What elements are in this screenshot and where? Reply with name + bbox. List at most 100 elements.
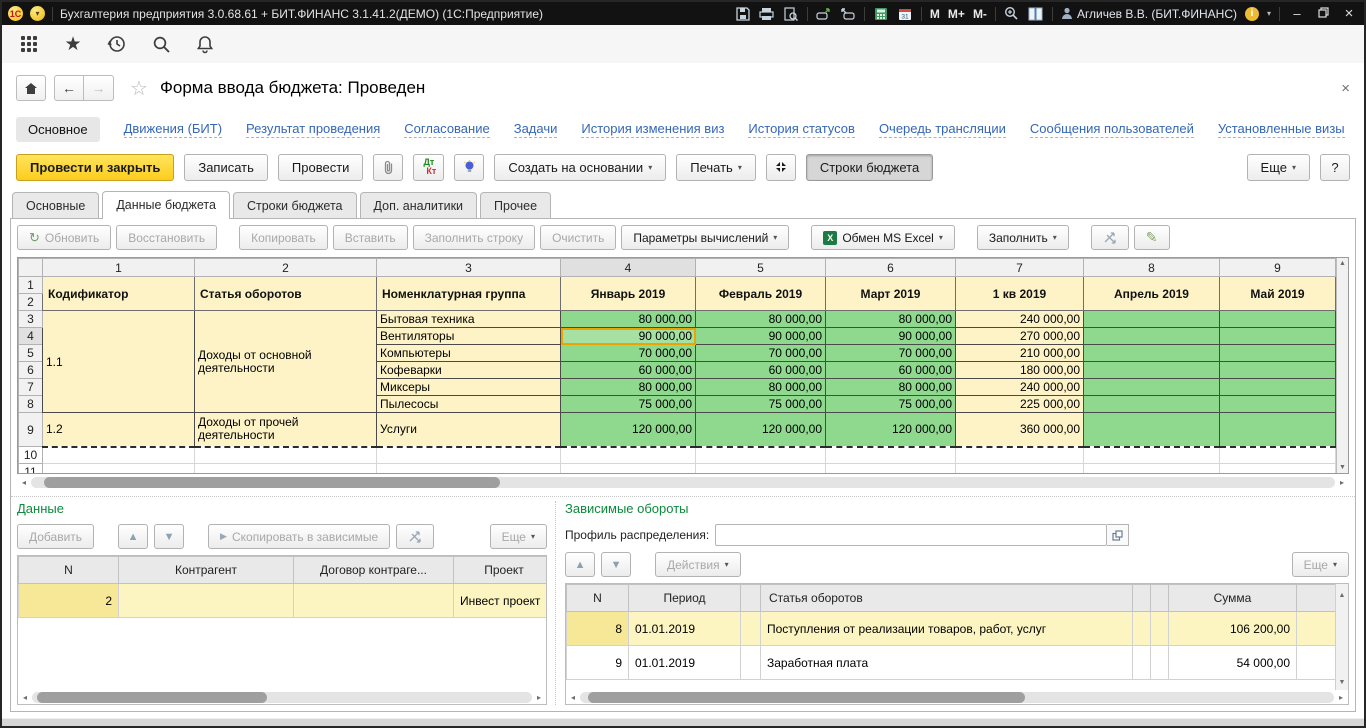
column-header-article[interactable]: Статья оборотов — [761, 585, 1133, 612]
cell-article[interactable]: Поступления от реализации товаров, работ… — [761, 612, 1133, 646]
nav-link-approval[interactable]: Согласование — [404, 121, 489, 138]
copy-to-dependent-button[interactable]: ▶Скопировать в зависимые — [208, 524, 390, 549]
cell-mar[interactable]: 75 000,00 — [826, 396, 956, 413]
collapse-button[interactable] — [766, 154, 796, 181]
cell-spacer[interactable] — [741, 646, 761, 680]
cell-may[interactable] — [1220, 311, 1336, 328]
cell-article-main-income[interactable]: Доходы от основной деятельности — [195, 311, 377, 413]
cell-nomenclature[interactable]: Услуги — [377, 413, 561, 447]
cell-nomenclature[interactable]: Кофеварки — [377, 362, 561, 379]
info-button[interactable]: i — [1245, 7, 1259, 21]
cell-may[interactable] — [1220, 345, 1336, 362]
memory-minus-button[interactable]: M- — [973, 7, 987, 21]
cell-feb[interactable]: 80 000,00 — [696, 379, 826, 396]
calc-params-button[interactable]: Параметры вычислений▾ — [621, 225, 789, 250]
cell-q1[interactable]: 210 000,00 — [956, 345, 1084, 362]
header-feb-2019[interactable]: Февраль 2019 — [696, 277, 826, 311]
grid-horizontal-scrollbar[interactable]: ◂ ▸ — [17, 476, 1349, 489]
add-button[interactable]: Добавить — [17, 524, 94, 549]
excel-exchange-button[interactable]: XОбмен MS Excel▾ — [811, 225, 955, 250]
notifications-icon[interactable] — [194, 33, 216, 55]
cell-nomenclature[interactable]: Миксеры — [377, 379, 561, 396]
move-up-button[interactable]: ▲ — [118, 524, 148, 549]
tab-budget-data[interactable]: Данные бюджета — [102, 191, 230, 219]
header-article[interactable]: Статья оборотов — [195, 277, 377, 311]
cell-project[interactable]: Инвест проект — [454, 584, 548, 618]
print-menu-button[interactable]: Печать▾ — [676, 154, 756, 181]
tab-main[interactable]: Основные — [12, 192, 99, 218]
minimize-button[interactable]: – — [1288, 6, 1306, 21]
column-header-project[interactable]: Проект — [454, 557, 548, 584]
dependent-horizontal-scrollbar[interactable]: ◂ ▸ — [566, 691, 1348, 704]
move-rows-button[interactable] — [396, 524, 434, 549]
forward-button[interactable]: → — [84, 75, 114, 101]
col-number[interactable]: 1 — [43, 259, 195, 277]
save-button[interactable]: Записать — [184, 154, 268, 181]
favorites-icon[interactable]: ★ — [62, 33, 84, 55]
row-number[interactable]: 1 — [19, 277, 43, 294]
column-header-counterparty[interactable]: Контрагент — [119, 557, 294, 584]
cell-q1[interactable]: 240 000,00 — [956, 311, 1084, 328]
main-menu-icon[interactable] — [18, 33, 40, 55]
cell-spacer[interactable] — [1151, 646, 1169, 680]
nav-link-tasks[interactable]: Задачи — [514, 121, 558, 138]
paste-button[interactable]: Вставить — [333, 225, 408, 250]
column-header-amount[interactable]: Сумма — [1169, 585, 1297, 612]
row-number[interactable]: 11 — [19, 464, 43, 475]
cell-mar[interactable]: 120 000,00 — [826, 413, 956, 447]
cell-period[interactable]: 01.01.2019 — [629, 646, 741, 680]
cell-n[interactable]: 2 — [19, 584, 119, 618]
cell-code-1-2[interactable]: 1.2 — [43, 413, 195, 447]
clear-button[interactable]: Очистить — [540, 225, 616, 250]
column-header-n[interactable]: N — [19, 557, 119, 584]
search-icon[interactable] — [150, 33, 172, 55]
col-number[interactable]: 8 — [1084, 259, 1220, 277]
cell-n[interactable]: 8 — [567, 612, 629, 646]
edit-button[interactable]: ✎ — [1134, 225, 1170, 250]
create-from-button[interactable]: Создать на основании▾ — [494, 154, 666, 181]
col-number[interactable]: 3 — [377, 259, 561, 277]
empty-cell[interactable] — [1220, 447, 1336, 464]
post-button[interactable]: Провести — [278, 154, 364, 181]
row-number[interactable]: 7 — [19, 379, 43, 396]
cell-apr[interactable] — [1084, 311, 1220, 328]
row-number[interactable]: 8 — [19, 396, 43, 413]
col-number[interactable]: 9 — [1220, 259, 1336, 277]
cell-jan[interactable]: 75 000,00 — [561, 396, 696, 413]
selected-cell[interactable]: 90 000,00 — [561, 328, 696, 345]
empty-cell[interactable] — [377, 447, 561, 464]
table-row[interactable]: 8 01.01.2019 Поступления от реализации т… — [567, 612, 1348, 646]
empty-cell[interactable] — [826, 447, 956, 464]
cell-may[interactable] — [1220, 413, 1336, 447]
header-apr-2019[interactable]: Апрель 2019 — [1084, 277, 1220, 311]
scrollbar-thumb[interactable] — [588, 692, 1025, 703]
row-number[interactable]: 5 — [19, 345, 43, 362]
cell-code-1-1[interactable]: 1.1 — [43, 311, 195, 413]
move-down-button[interactable]: ▼ — [154, 524, 184, 549]
cell-jan[interactable]: 120 000,00 — [561, 413, 696, 447]
tab-extra-analytics[interactable]: Доп. аналитики — [360, 192, 478, 218]
col-number-selected[interactable]: 4 — [561, 259, 696, 277]
cell-q1[interactable]: 225 000,00 — [956, 396, 1084, 413]
cell-mar[interactable]: 80 000,00 — [826, 311, 956, 328]
row-number[interactable]: 6 — [19, 362, 43, 379]
cell-jan[interactable]: 80 000,00 — [561, 311, 696, 328]
go-link-icon[interactable] — [840, 6, 856, 22]
empty-cell[interactable] — [826, 464, 956, 475]
dependent-vertical-scrollbar[interactable]: ▲ ▼ — [1335, 584, 1348, 690]
empty-cell[interactable] — [43, 464, 195, 475]
close-button[interactable]: × — [1340, 5, 1358, 22]
cell-n[interactable]: 9 — [567, 646, 629, 680]
refresh-button[interactable]: ↻Обновить — [17, 225, 111, 250]
more-button[interactable]: Еще▾ — [490, 524, 547, 549]
cell-apr[interactable] — [1084, 413, 1220, 447]
header-nomenclature[interactable]: Номенклатурная группа — [377, 277, 561, 311]
column-header-n[interactable]: N — [567, 585, 629, 612]
cell-feb[interactable]: 60 000,00 — [696, 362, 826, 379]
data-horizontal-scrollbar[interactable]: ◂ ▸ — [18, 691, 546, 704]
form-close-button[interactable]: × — [1341, 80, 1350, 97]
empty-cell[interactable] — [561, 447, 696, 464]
table-row[interactable]: 2 Инвест проект — [19, 584, 548, 618]
row-number-selected[interactable]: 4 — [19, 328, 43, 345]
header-jan-2019[interactable]: Январь 2019 — [561, 277, 696, 311]
